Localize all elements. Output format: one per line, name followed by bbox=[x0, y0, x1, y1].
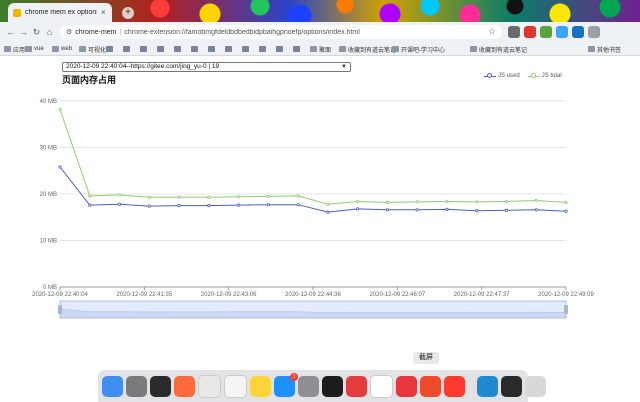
data-point bbox=[534, 198, 538, 203]
data-point bbox=[534, 208, 538, 212]
dock-app-photos-icon[interactable] bbox=[174, 375, 195, 397]
data-point bbox=[147, 195, 151, 199]
dock-app-launchpad-icon[interactable] bbox=[126, 375, 147, 397]
dock-app-vscode-icon[interactable] bbox=[444, 375, 465, 397]
data-point bbox=[88, 203, 92, 207]
y-tick-label: 40 MB bbox=[40, 99, 57, 105]
series-line-js-total bbox=[59, 109, 567, 205]
y-tick-label: 20 MB bbox=[40, 192, 57, 198]
data-point bbox=[58, 165, 62, 169]
dock-app-calendar-icon[interactable] bbox=[198, 374, 221, 398]
zoom-handle-right[interactable] bbox=[564, 305, 568, 314]
y-tick-label: 30 MB bbox=[40, 146, 57, 152]
dock-tooltip: 截屏 bbox=[413, 352, 439, 364]
data-point bbox=[266, 194, 270, 198]
series-line-js-used bbox=[59, 166, 567, 213]
data-point bbox=[236, 203, 241, 207]
x-tick-label: 2020-12-09 22:49:09 bbox=[538, 292, 594, 298]
data-point bbox=[58, 107, 62, 111]
dock-app-chrome-icon[interactable] bbox=[346, 375, 367, 397]
zoom-slider-window[interactable] bbox=[59, 300, 567, 319]
data-point bbox=[385, 208, 390, 212]
dock-app-screenshot-app-icon[interactable] bbox=[396, 375, 417, 397]
x-tick-label: 2020-12-09 22:44:36 bbox=[285, 292, 341, 298]
dock-app-trash-icon[interactable] bbox=[501, 375, 522, 397]
dock-app-preview-icon[interactable] bbox=[477, 375, 498, 397]
dock-app-app-icon[interactable] bbox=[525, 375, 546, 397]
data-point bbox=[504, 199, 509, 204]
data-point bbox=[356, 199, 360, 204]
dock-app-screenshot-icon[interactable] bbox=[420, 375, 441, 397]
data-point bbox=[177, 204, 181, 208]
dock-app-terminal-icon[interactable] bbox=[150, 375, 171, 397]
data-point bbox=[504, 208, 509, 212]
data-point bbox=[445, 199, 449, 204]
dock-app-app-store-icon[interactable]: 1 bbox=[274, 372, 298, 397]
memory-line-chart: 0 MB 10 MB 20 MB 30 MB 40 MB 2020-12-09 22:40… bbox=[32, 99, 595, 319]
data-point bbox=[564, 209, 568, 213]
x-tick-label: 2020-12-09 22:41:35 bbox=[116, 292, 172, 298]
data-point bbox=[475, 200, 479, 204]
dock-app-reminders-icon[interactable] bbox=[224, 374, 247, 398]
notification-badge: 1 bbox=[290, 372, 298, 381]
data-point bbox=[207, 204, 211, 208]
data-point bbox=[117, 202, 122, 206]
dock-app-notes-icon[interactable] bbox=[250, 375, 271, 397]
data-point bbox=[296, 203, 300, 207]
x-tick-label: 2020-12-09 22:40:04 bbox=[32, 292, 88, 298]
data-point bbox=[326, 202, 330, 206]
data-point bbox=[415, 200, 419, 204]
data-point bbox=[117, 193, 122, 197]
y-tick-label: 0 MB bbox=[43, 285, 57, 291]
zoom-handle-left[interactable] bbox=[58, 305, 62, 314]
data-point bbox=[88, 194, 92, 198]
x-tick-label: 2020-12-09 22:43:06 bbox=[201, 292, 257, 298]
data-point bbox=[445, 207, 449, 211]
data-point bbox=[177, 195, 181, 199]
dock: 1 bbox=[98, 370, 546, 402]
data-point bbox=[326, 210, 330, 214]
data-point bbox=[266, 203, 270, 207]
dock-app-activity-monitor-icon[interactable] bbox=[298, 375, 319, 397]
data-point bbox=[564, 200, 568, 204]
data-point bbox=[356, 207, 360, 211]
data-point bbox=[147, 204, 151, 208]
dock-app-system-info-icon[interactable] bbox=[322, 375, 343, 397]
data-point bbox=[296, 194, 300, 198]
y-tick-label: 10 MB bbox=[40, 239, 57, 245]
x-tick-label: 2020-12-09 22:47:37 bbox=[454, 292, 510, 298]
dock-app-finder-icon[interactable] bbox=[102, 375, 123, 397]
dock-app-netease-music-icon[interactable] bbox=[370, 374, 393, 398]
x-tick-label: 2020-12-09 22:46:07 bbox=[369, 292, 425, 298]
data-point bbox=[207, 195, 211, 199]
data-point bbox=[385, 200, 390, 204]
data-point bbox=[415, 208, 419, 212]
data-point bbox=[475, 209, 479, 213]
data-point bbox=[236, 195, 241, 199]
